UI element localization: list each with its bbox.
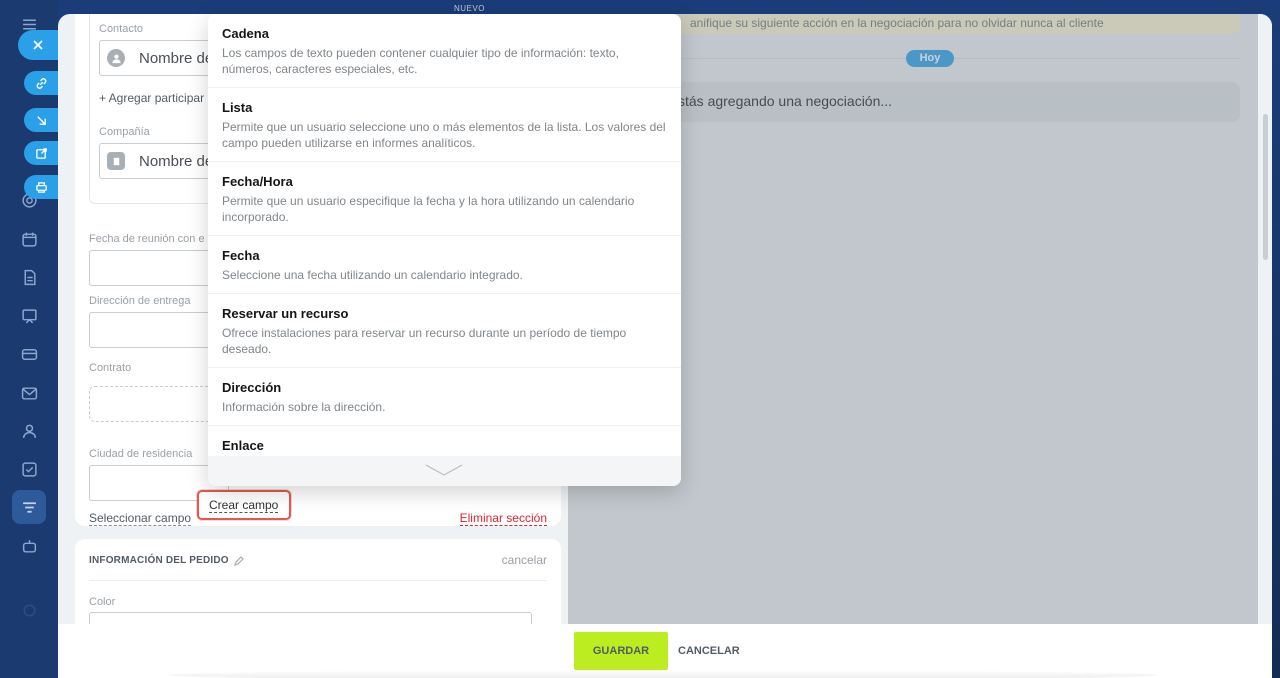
meeting-date-label: Fecha de reunión con e: [89, 233, 205, 245]
field-type-dropdown: Cadena Los campos de texto pueden contene…: [208, 14, 681, 486]
chevron-down-icon: [425, 464, 463, 476]
printer-icon: [35, 181, 47, 193]
users-icon[interactable]: [19, 421, 39, 441]
color-label: Color: [89, 596, 116, 608]
contract-label: Contrato: [89, 362, 132, 374]
print-button[interactable]: [24, 175, 58, 199]
robot-icon[interactable]: [19, 536, 39, 556]
action-bar: GUARDAR CANCELAR: [58, 624, 1272, 678]
order-cancel-link[interactable]: cancelar: [502, 553, 547, 567]
field-type-description: Información sobre la dirección.: [222, 400, 386, 414]
order-section-title: INFORMACIÓN DEL PEDIDO: [89, 555, 229, 566]
scrollbar[interactable]: [1263, 114, 1268, 260]
field-type-description: Permite que un usuario seleccione uno o …: [222, 120, 666, 150]
field-type-description: Seleccione una fecha utilizando un calen…: [222, 268, 523, 282]
section-divider: [89, 580, 547, 581]
settings-icon[interactable]: [19, 600, 39, 620]
field-type-title: Fecha: [222, 248, 260, 263]
building-icon: [107, 152, 125, 170]
top-hint: NUEVO: [454, 4, 485, 13]
person-icon: [107, 49, 125, 67]
external-link-icon: [35, 147, 47, 159]
delete-section-link[interactable]: Eliminar sección: [459, 511, 547, 526]
create-field-highlight[interactable]: Crear campo: [197, 490, 291, 520]
field-type-title: Lista: [222, 100, 253, 115]
pencil-icon[interactable]: [233, 554, 245, 566]
copy-link-button[interactable]: [24, 71, 58, 95]
company-label: Compañía: [99, 126, 150, 138]
presentation-icon[interactable]: [19, 306, 39, 326]
minimize-button[interactable]: [24, 108, 58, 132]
field-type-option[interactable]: Fecha Seleccione una fecha utilizando un …: [208, 236, 681, 294]
field-type-option[interactable]: Dirección Información sobre la dirección.: [208, 368, 681, 426]
checkbox-icon[interactable]: [19, 459, 39, 479]
link-icon: [36, 77, 46, 89]
close-slider-button[interactable]: [18, 30, 58, 60]
bar-shadow: [168, 670, 1158, 678]
field-type-description: Los campos de texto pueden contener cual…: [222, 46, 619, 76]
app-sidebar: [0, 0, 58, 678]
card-icon[interactable]: [19, 344, 39, 364]
delivery-address-label: Dirección de entrega: [89, 295, 191, 307]
arrow-down-right-icon: [36, 115, 46, 125]
open-new-window-button[interactable]: [24, 141, 58, 165]
field-type-title: Cadena: [222, 26, 269, 41]
select-field-link[interactable]: Seleccionar campo: [89, 511, 192, 526]
field-type-description: Ofrece instalaciones para reservar un re…: [222, 326, 627, 356]
field-type-title: Fecha/Hora: [222, 174, 293, 189]
field-type-title: Dirección: [222, 380, 282, 395]
mail-icon[interactable]: [19, 383, 39, 403]
field-type-title: Reservar un recurso: [222, 306, 349, 321]
create-field-link[interactable]: Crear campo: [209, 498, 279, 513]
field-type-title: Enlace: [222, 438, 264, 453]
calendar-icon[interactable]: [19, 229, 39, 249]
field-type-option[interactable]: Cadena Los campos de texto pueden contene…: [208, 14, 681, 88]
filter-icon[interactable]: [19, 497, 39, 517]
contact-label: Contacto: [99, 23, 144, 35]
field-type-option[interactable]: Lista Permite que un usuario seleccione u…: [208, 88, 681, 162]
document-icon[interactable]: [19, 267, 39, 287]
save-button[interactable]: GUARDAR: [574, 632, 668, 670]
company-placeholder: Nombre de: [139, 153, 214, 170]
cancel-button[interactable]: CANCELAR: [678, 632, 744, 670]
add-participant-link[interactable]: + Agregar participar: [99, 91, 204, 105]
show-more-button[interactable]: [208, 456, 681, 486]
field-type-description: Permite que un usuario especifique la fe…: [222, 194, 635, 224]
residence-city-label: Ciudad de residencia: [89, 448, 193, 460]
close-icon: [33, 40, 43, 50]
contact-placeholder: Nombre de: [139, 50, 214, 67]
field-type-option[interactable]: Fecha/Hora Permite que un usuario especif…: [208, 162, 681, 236]
field-type-option[interactable]: Reservar un recurso Ofrece instalaciones …: [208, 294, 681, 368]
